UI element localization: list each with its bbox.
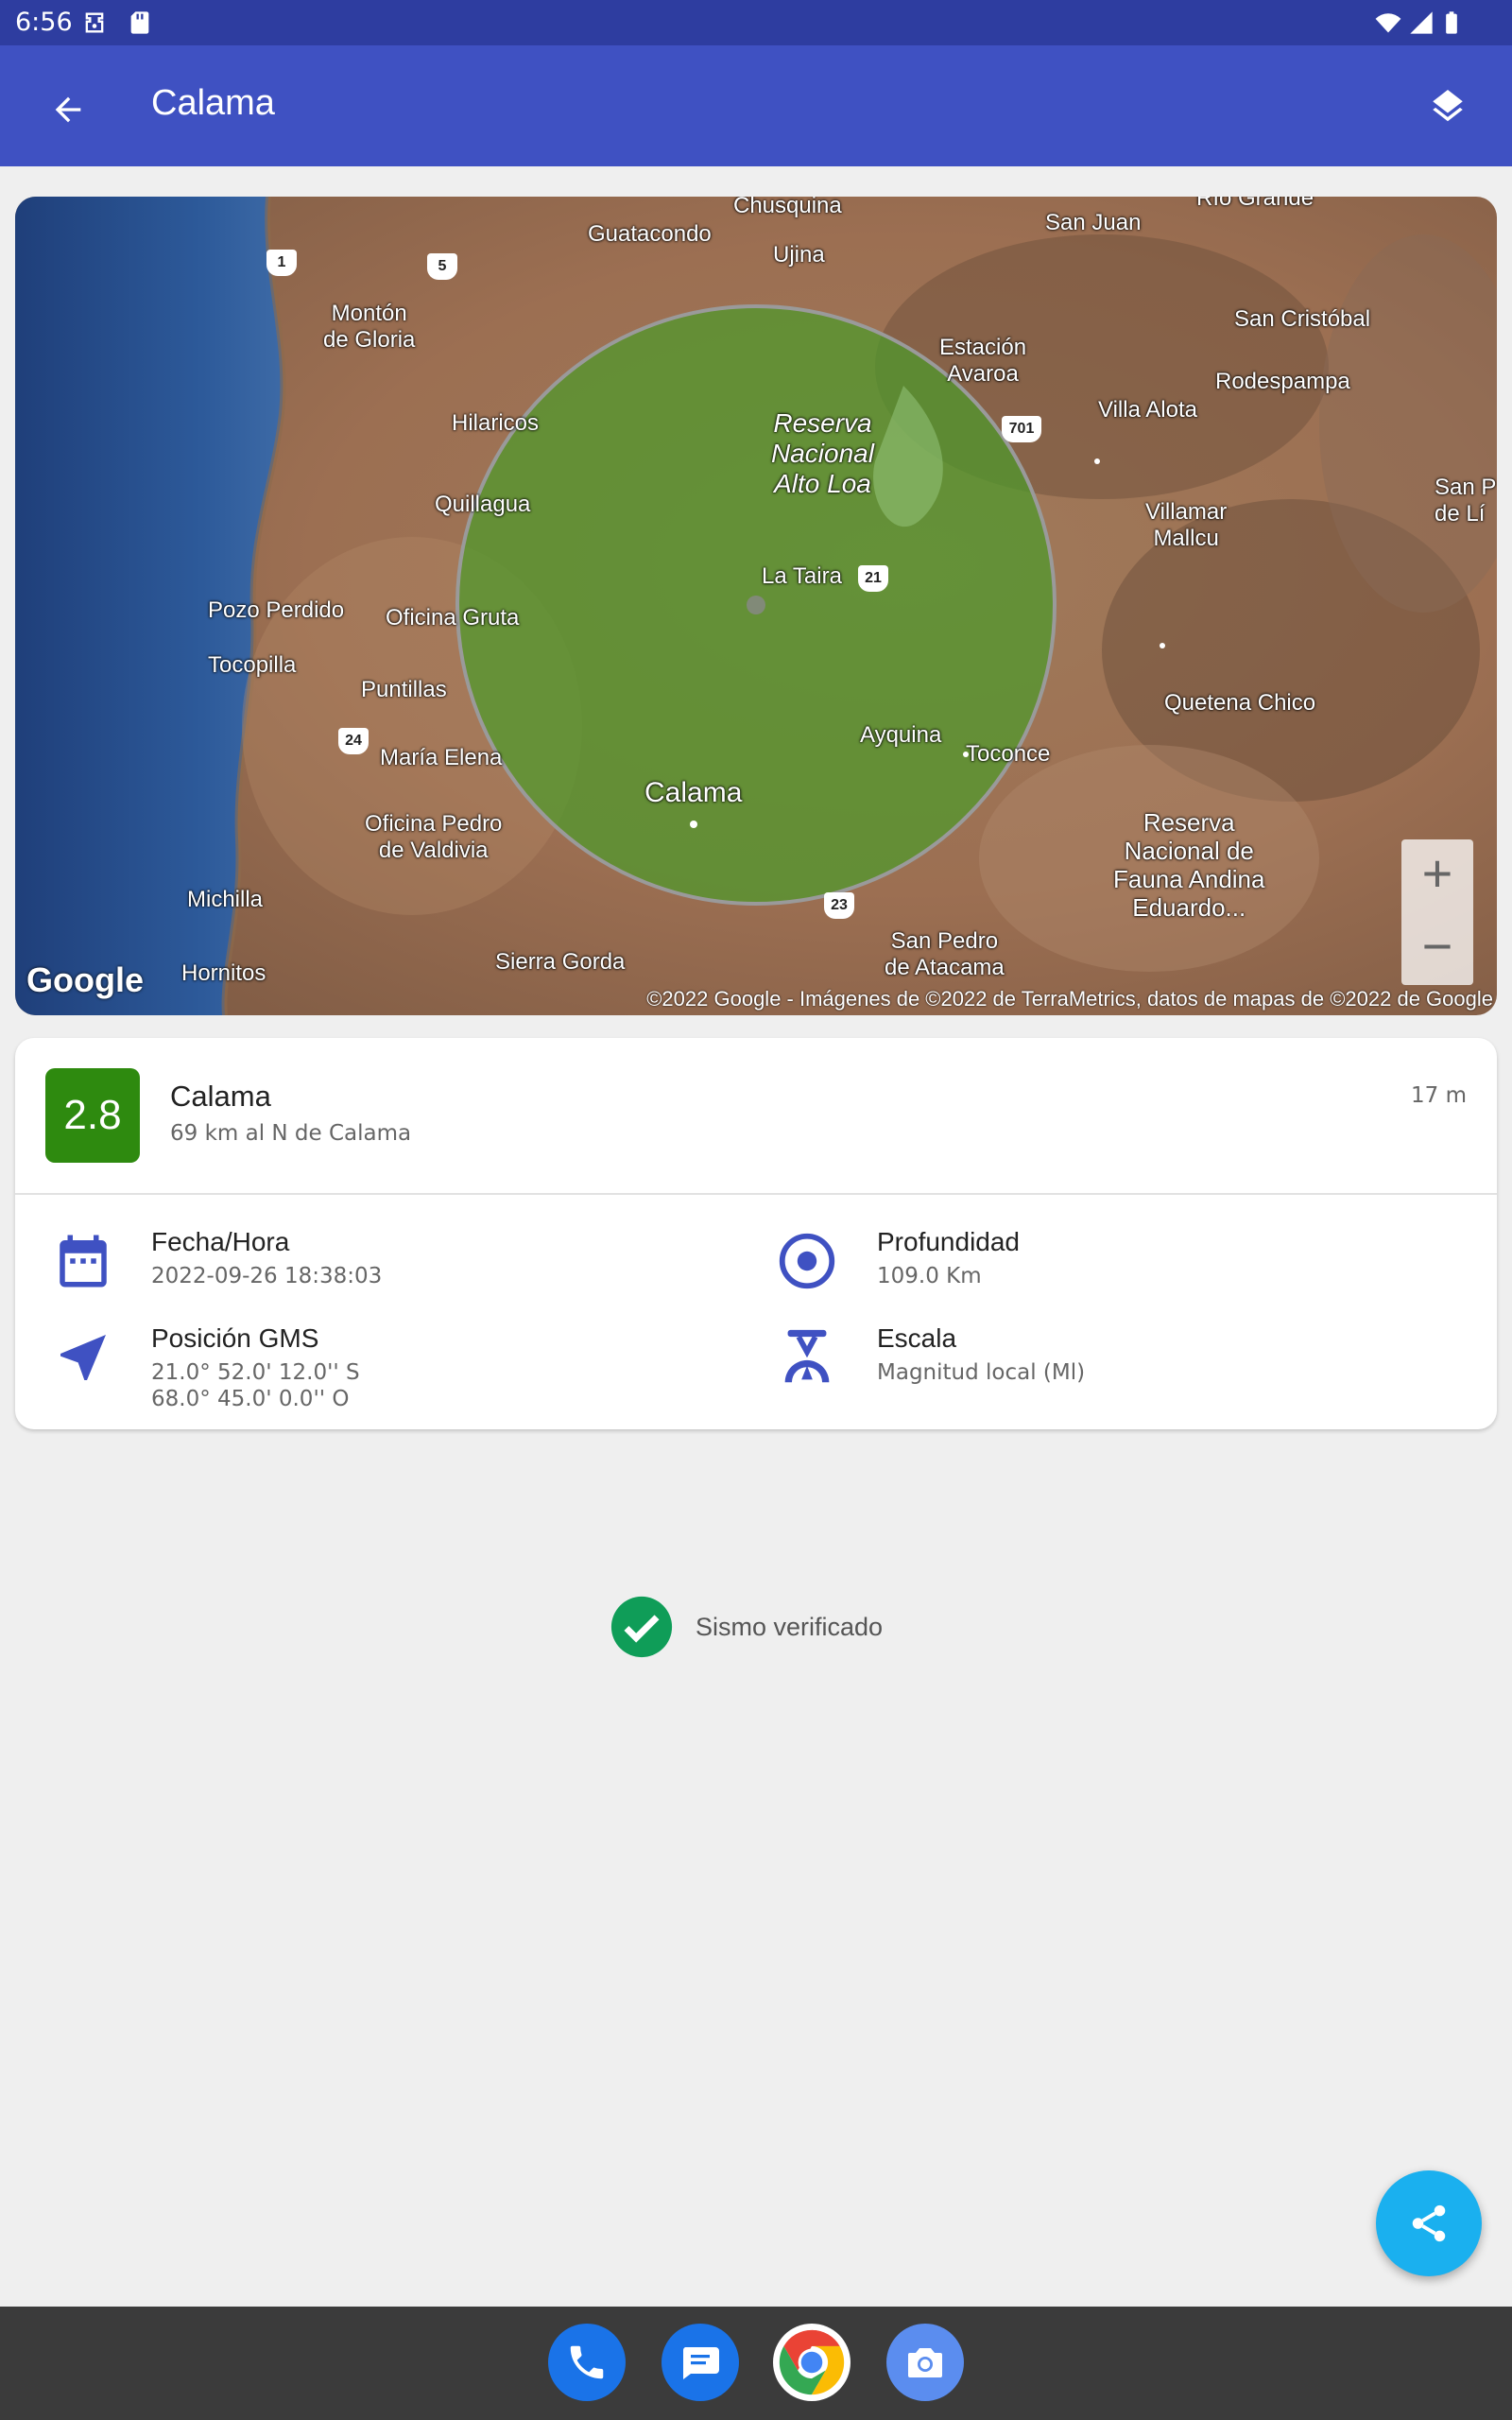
road-shield: 1	[266, 250, 297, 276]
status-bar: 6:56	[0, 0, 1512, 45]
map-label: Oficina Pedro de Valdivia	[365, 811, 503, 863]
map-attribution[interactable]: ©2022 Google - Imágenes de ©2022 de Terr…	[646, 987, 1493, 1011]
back-button[interactable]	[38, 79, 98, 140]
reserva-label: Reserva Nacional Alto Loa	[771, 408, 874, 499]
share-icon	[1412, 2204, 1446, 2242]
map-label: Ujina	[773, 242, 825, 268]
road-shield: 23	[824, 892, 854, 919]
map-label: Quetena Chico	[1164, 690, 1316, 716]
messages-app-icon[interactable]	[662, 2324, 739, 2401]
map-label: Hilaricos	[452, 410, 540, 436]
position-longitude: 68.0° 45.0' 0.0'' O	[151, 1387, 350, 1411]
taskbar-dock	[0, 2307, 1512, 2420]
map-label: Hornitos	[181, 960, 266, 986]
map-label: Chusquina	[733, 197, 842, 218]
wifi-icon	[1375, 13, 1401, 33]
map-label: San Juan	[1045, 210, 1142, 235]
vpn-key-icon	[85, 12, 104, 33]
map-label: La Taira	[762, 563, 842, 589]
date-label: Fecha/Hora	[151, 1227, 290, 1256]
status-time: 6:56	[15, 8, 73, 37]
map-label: Quillagua	[435, 492, 531, 517]
camera-app-icon[interactable]	[886, 2324, 964, 2401]
chrome-app-icon[interactable]	[773, 2324, 850, 2401]
scale-label: Escala	[877, 1323, 957, 1353]
layers-button[interactable]	[1418, 79, 1478, 140]
layers-icon	[1433, 90, 1463, 122]
verified-text: Sismo verificado	[696, 1612, 884, 1641]
map-label: María Elena	[380, 745, 503, 770]
app-bar: Calama	[0, 45, 1512, 166]
verified-status: Sismo verificado	[609, 1594, 883, 1660]
navigation-arrow-icon	[47, 1322, 119, 1393]
sd-card-icon	[130, 11, 149, 34]
google-logo: Google	[26, 960, 144, 999]
map-label: San Cristóbal	[1234, 306, 1371, 332]
depth-label: Profundidad	[877, 1227, 1021, 1256]
map-label: Río Grande	[1196, 197, 1314, 211]
magnitude-badge: 2.8	[45, 1068, 140, 1163]
map-label: Reserva Nacional de Fauna Andina Eduardo…	[1113, 808, 1265, 922]
depth-target-icon	[771, 1225, 843, 1297]
road-shield: 21	[858, 565, 888, 592]
page-title: Calama	[151, 83, 275, 123]
divider	[15, 1193, 1497, 1195]
map-label: Puntillas	[361, 677, 447, 702]
map-label: Oficina Gruta	[386, 605, 520, 631]
map-label: Pozo Perdido	[208, 597, 345, 623]
depth-value: 109.0 Km	[877, 1264, 982, 1288]
zoom-out-button[interactable]: −	[1401, 912, 1473, 985]
event-title: Calama	[170, 1080, 271, 1113]
map-label: Sierra Gorda	[495, 949, 626, 975]
road-shield: 701	[1002, 416, 1041, 442]
event-time-ago: 17 m	[1411, 1083, 1467, 1108]
map-label: Villa Alota	[1098, 397, 1197, 423]
scale-value: Magnitud local (Ml)	[877, 1360, 1086, 1385]
cell-signal-icon	[1410, 11, 1433, 34]
map-label: Tocopilla	[208, 652, 297, 678]
arrow-back-icon	[55, 96, 81, 123]
event-subtitle: 69 km al N de Calama	[170, 1121, 412, 1146]
zoom-controls: + −	[1401, 839, 1473, 985]
road-shield: 24	[338, 728, 369, 754]
calendar-icon	[47, 1225, 119, 1297]
zoom-in-button[interactable]: +	[1401, 839, 1473, 912]
map-label: Villamar Mallcu	[1145, 499, 1228, 551]
event-card: 2.8 Calama 69 km al N de Calama 17 m Fec…	[15, 1038, 1497, 1429]
scale-gauge-icon	[771, 1322, 843, 1393]
battery-icon	[1446, 11, 1457, 34]
map-label: Guatacondo	[588, 221, 712, 247]
map-label: Ayquina	[860, 722, 942, 748]
road-shield: 5	[427, 253, 457, 280]
check-circle-icon	[610, 1596, 673, 1658]
map-label: Montón de Gloria	[323, 301, 416, 353]
date-value: 2022-09-26 18:38:03	[151, 1264, 383, 1288]
map-label: San P de Lí	[1435, 475, 1497, 527]
share-button[interactable]	[1376, 2170, 1482, 2276]
map-label: Estación Avaroa	[939, 335, 1027, 387]
position-latitude: 21.0° 52.0' 12.0'' S	[151, 1360, 360, 1385]
map-view[interactable]: Chusquina Río Grande Guatacondo Ujina Sa…	[15, 197, 1497, 1015]
map-label: Toconce	[966, 741, 1051, 767]
map-label: Rodespampa	[1215, 369, 1350, 394]
phone-app-icon[interactable]	[548, 2324, 626, 2401]
position-label: Posición GMS	[151, 1323, 319, 1353]
map-label: San Pedro de Atacama	[885, 928, 1005, 980]
map-label-calama: Calama	[644, 777, 743, 808]
map-label: Michilla	[187, 887, 264, 912]
